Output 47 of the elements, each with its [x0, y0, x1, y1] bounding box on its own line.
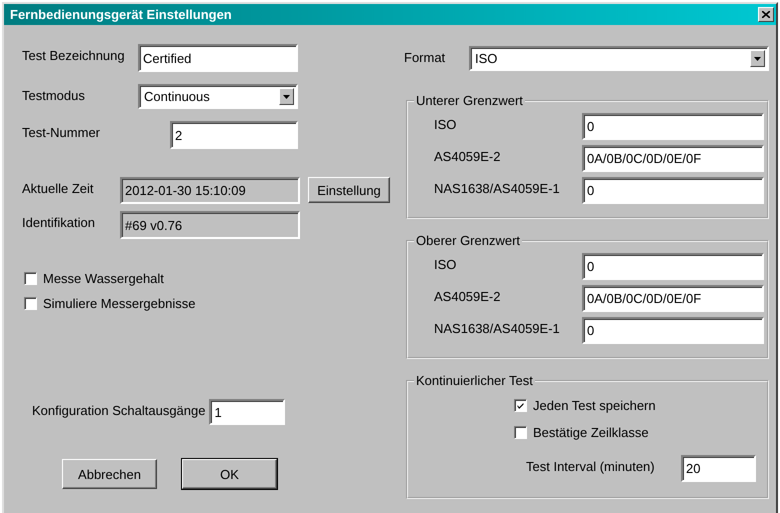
- field-label: Testmodus: [22, 87, 86, 103]
- group-title: Kontinuierlicher Test: [415, 373, 534, 388]
- caret-icon: [283, 94, 290, 98]
- dialog-button[interactable]: OK: [182, 459, 277, 489]
- dialog-button[interactable]: Abbrechen: [62, 459, 157, 489]
- checkbox[interactable]: [24, 296, 37, 310]
- checkbox-label: Jeden Test speichern: [533, 398, 656, 412]
- checkbox[interactable]: [24, 272, 37, 284]
- checkbox-label: Simuliere Messergebnisse: [43, 296, 196, 310]
- caret-icon: [754, 56, 761, 60]
- dropdown[interactable]: ISO: [469, 46, 769, 71]
- readonly-field[interactable]: 2012-01-30 15:10:09: [120, 177, 300, 204]
- group-title: Oberer Grenzwert: [415, 233, 522, 248]
- input-field[interactable]: 20: [681, 455, 756, 482]
- field-label: Format: [404, 49, 446, 65]
- input-field[interactable]: 1: [209, 399, 286, 425]
- field-label: AS4059E-2: [433, 288, 502, 304]
- close-icon: [762, 11, 770, 18]
- group-title: Unterer Grenzwert: [415, 93, 524, 108]
- settings-button[interactable]: Einstellung: [308, 177, 390, 203]
- checkbox-label: Messe Wassergehalt: [43, 270, 164, 286]
- field-label: NAS1638/AS4059E-1: [433, 180, 561, 196]
- field-label: Aktuelle Zeit: [22, 180, 95, 196]
- field-label: ISO: [433, 256, 458, 272]
- input-field[interactable]: 0: [582, 317, 764, 344]
- field-label: Konfiguration Schaltausgänge: [32, 402, 206, 418]
- input-field[interactable]: 0A/0B/0C/0D/0E/0F: [582, 145, 764, 172]
- checkbox-label: Bestätige Zeilklasse: [533, 424, 649, 440]
- dropdown[interactable]: Continuous: [138, 84, 298, 109]
- field-label: Test Bezeichnung: [22, 47, 126, 63]
- field-label: Test Interval (minuten): [525, 458, 656, 474]
- input-field[interactable]: 0: [582, 177, 764, 204]
- readonly-field[interactable]: #69 v0.76: [120, 211, 300, 239]
- checkbox[interactable]: [514, 398, 527, 412]
- field-label: NAS1638/AS4059E-1: [433, 320, 561, 336]
- input-field[interactable]: 2: [170, 121, 298, 149]
- input-field[interactable]: Certified: [138, 44, 298, 72]
- checkbox[interactable]: [514, 426, 527, 438]
- input-field[interactable]: 0: [582, 113, 764, 140]
- input-field[interactable]: 0: [582, 253, 764, 280]
- field-label: Test-Nummer: [22, 124, 102, 140]
- window-title: Fernbedienungsgerät Einstellungen: [10, 7, 232, 22]
- field-label: ISO: [433, 116, 458, 132]
- close-button[interactable]: [758, 7, 774, 22]
- field-label: AS4059E-2: [433, 148, 502, 164]
- field-label: Identifikation: [22, 214, 96, 230]
- input-field[interactable]: 0A/0B/0C/0D/0E/0F: [582, 285, 764, 312]
